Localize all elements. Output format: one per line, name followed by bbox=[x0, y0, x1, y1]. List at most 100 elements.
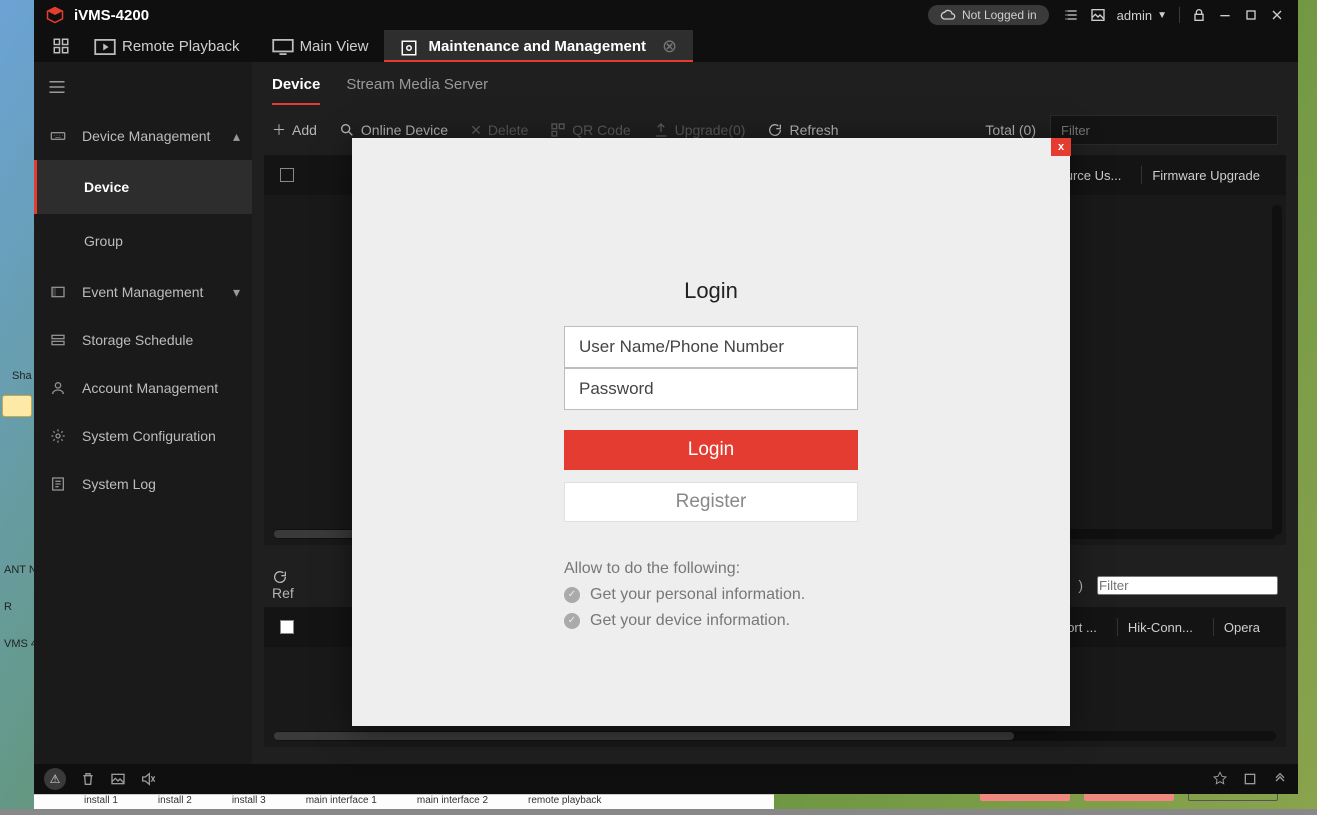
column-hik-connect[interactable]: Hik-Conn... bbox=[1117, 618, 1203, 636]
x-icon: ✕ bbox=[470, 122, 482, 139]
tab-close-icon[interactable]: ⊗ bbox=[662, 37, 677, 55]
tab-maintenance-management[interactable]: Maintenance and Management ⊗ bbox=[384, 30, 693, 62]
tab-label: Remote Playback bbox=[122, 38, 240, 55]
chevron-down-icon: ▼ bbox=[1157, 10, 1167, 21]
taskbar-item: install 2 bbox=[158, 795, 192, 806]
window-icon[interactable] bbox=[1242, 771, 1258, 787]
cloud-login-status[interactable]: Not Logged in bbox=[928, 5, 1049, 25]
admin-menu[interactable]: admin ▼ bbox=[1117, 8, 1167, 23]
taskbar-item: install 1 bbox=[84, 795, 118, 806]
scrollbar-thumb[interactable] bbox=[274, 732, 1014, 740]
online-device-button[interactable]: Online Device bbox=[339, 122, 448, 138]
check-icon: ✓ bbox=[564, 613, 580, 629]
permissions-block: Allow to do the following: ✓Get your per… bbox=[564, 556, 805, 634]
os-taskbar-sliver: install 1 install 2 install 3 main inter… bbox=[34, 794, 774, 809]
close-button[interactable] bbox=[1264, 0, 1290, 30]
search-icon bbox=[339, 122, 355, 138]
login-modal: x Login Login Register Allow to do the f… bbox=[352, 138, 1070, 726]
minimize-button[interactable] bbox=[1212, 0, 1238, 30]
statusbar: ⚠ bbox=[34, 764, 1298, 794]
add-button[interactable]: ＋Add bbox=[272, 120, 317, 140]
check-icon: ✓ bbox=[564, 587, 580, 603]
column-firmware-upgrade[interactable]: Firmware Upgrade bbox=[1141, 166, 1270, 184]
playback-icon bbox=[94, 39, 112, 53]
tab-remote-playback[interactable]: Remote Playback bbox=[78, 30, 256, 62]
upload-icon bbox=[653, 122, 669, 138]
label: Add bbox=[292, 122, 317, 138]
sidebar-sub-group[interactable]: Group bbox=[34, 214, 252, 268]
taskbar-item: main interface 1 bbox=[306, 795, 377, 806]
login-button[interactable]: Login bbox=[564, 430, 858, 470]
control-panel-icon[interactable] bbox=[44, 30, 78, 62]
label: Online Device bbox=[361, 122, 448, 138]
sidebar-item-label: Event Management bbox=[82, 284, 203, 300]
subtab-device[interactable]: Device bbox=[272, 76, 320, 105]
modal-title: Login bbox=[564, 278, 858, 304]
pin-icon[interactable] bbox=[1212, 771, 1228, 787]
qr-icon bbox=[550, 122, 566, 138]
sidebar-item-device-management[interactable]: Device Management ▴ bbox=[34, 112, 252, 160]
column-operation[interactable]: Opera bbox=[1213, 618, 1270, 636]
sidebar-item-system-log[interactable]: System Log bbox=[34, 460, 252, 508]
list-icon[interactable] bbox=[1059, 0, 1085, 30]
storage-icon bbox=[48, 332, 68, 348]
tabstrip: Remote Playback Main View Maintenance an… bbox=[34, 30, 1298, 62]
subtab-stream-media-server[interactable]: Stream Media Server bbox=[346, 76, 488, 105]
taskbar-item: install 3 bbox=[232, 795, 266, 806]
app-window: iVMS-4200 Not Logged in admin ▼ Remote P… bbox=[34, 0, 1298, 794]
monitor-icon bbox=[272, 39, 290, 53]
select-all-checkbox[interactable] bbox=[280, 168, 294, 182]
trash-icon[interactable] bbox=[80, 771, 96, 787]
filter-input[interactable] bbox=[1050, 115, 1278, 145]
alarm-icon[interactable]: ⚠ bbox=[44, 768, 66, 790]
permission-text: Get your device information. bbox=[590, 608, 790, 634]
expand-icon[interactable] bbox=[1272, 771, 1288, 787]
sidebar-item-label: System Configuration bbox=[82, 428, 216, 444]
select-all-checkbox[interactable] bbox=[280, 620, 294, 634]
upgrade-button[interactable]: Upgrade(0) bbox=[653, 122, 746, 138]
sidebar: Device Management ▴ Device Group Event M… bbox=[34, 62, 252, 764]
picture-icon[interactable] bbox=[110, 771, 126, 787]
horizontal-scrollbar[interactable] bbox=[274, 731, 1276, 741]
sidebar-sub-device[interactable]: Device bbox=[34, 160, 252, 214]
modal-close-button[interactable]: x bbox=[1051, 138, 1071, 156]
app-title: iVMS-4200 bbox=[74, 7, 149, 24]
titlebar: iVMS-4200 Not Logged in admin ▼ bbox=[34, 0, 1298, 30]
gear-icon bbox=[48, 428, 68, 444]
hamburger-toggle[interactable] bbox=[34, 62, 252, 112]
register-button[interactable]: Register bbox=[564, 482, 858, 522]
image-icon[interactable] bbox=[1085, 0, 1111, 30]
sidebar-item-system-configuration[interactable]: System Configuration bbox=[34, 412, 252, 460]
label: Ref bbox=[272, 585, 294, 601]
total-count: Total (0) bbox=[985, 122, 1036, 138]
lock-icon[interactable] bbox=[1186, 0, 1212, 30]
refresh-button[interactable]: Refresh bbox=[767, 122, 838, 138]
tab-main-view[interactable]: Main View bbox=[256, 30, 385, 62]
sidebar-item-storage-schedule[interactable]: Storage Schedule bbox=[34, 316, 252, 364]
filter-input-lower[interactable] bbox=[1097, 576, 1278, 595]
maintenance-icon bbox=[400, 39, 418, 53]
vertical-scrollbar[interactable] bbox=[1272, 205, 1282, 535]
sidebar-item-label: Device Management bbox=[82, 128, 210, 144]
sidebar-item-event-management[interactable]: Event Management ▾ bbox=[34, 268, 252, 316]
bg-text-vms4: VMS 4 bbox=[4, 637, 37, 651]
qr-code-button[interactable]: QR Code bbox=[550, 122, 630, 138]
maximize-button[interactable] bbox=[1238, 0, 1264, 30]
bg-folder-icon bbox=[2, 395, 32, 417]
password-input[interactable] bbox=[564, 368, 858, 410]
sidebar-item-label: System Log bbox=[82, 476, 156, 492]
sidebar-item-label: Group bbox=[84, 233, 123, 249]
label: QR Code bbox=[572, 122, 630, 138]
sidebar-item-account-management[interactable]: Account Management bbox=[34, 364, 252, 412]
refresh-icon bbox=[767, 122, 783, 138]
sidebar-item-label: Storage Schedule bbox=[82, 332, 193, 348]
permission-text: Get your personal information. bbox=[590, 582, 805, 608]
bg-text-ant: ANT N bbox=[4, 563, 37, 577]
label: Refresh bbox=[789, 122, 838, 138]
username-input[interactable] bbox=[564, 326, 858, 368]
refresh-every-button[interactable]: Ref bbox=[272, 569, 294, 601]
mute-icon[interactable] bbox=[140, 771, 156, 787]
delete-button[interactable]: ✕ Delete bbox=[470, 122, 528, 139]
label: Delete bbox=[488, 122, 528, 138]
keyboard-icon bbox=[48, 128, 68, 144]
